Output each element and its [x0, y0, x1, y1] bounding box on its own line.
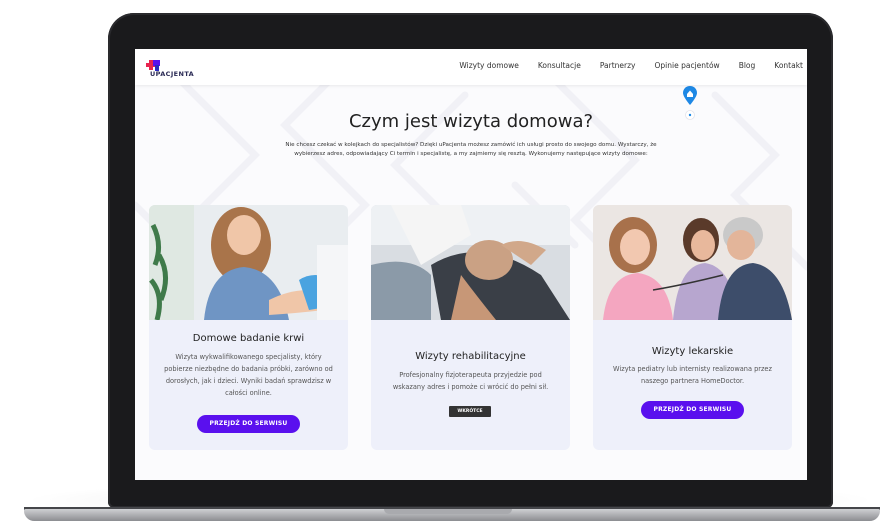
- intro-line-2: wybierzesz adres, odpowiadający Ci termi…: [294, 151, 648, 157]
- laptop-screen: UPACJENTA Wizyty domowe Konsultacje Part…: [135, 49, 807, 480]
- nav-menu: Wizyty domowe Konsultacje Partnerzy Opin…: [440, 61, 803, 70]
- nav-item-partnerzy[interactable]: Partnerzy: [600, 61, 636, 70]
- nav-item-konsultacje[interactable]: Konsultacje: [538, 61, 581, 70]
- service-card-rehabilitation: Wizyty rehabilitacyjne Profesjonalny fiz…: [371, 205, 570, 450]
- go-to-service-button[interactable]: PRZEJDŹ DO SERWISU: [641, 401, 744, 419]
- rehabilitation-photo: [371, 205, 570, 320]
- nav-item-opinie[interactable]: Opinie pacjentów: [655, 61, 720, 70]
- card-description: Wizyta wykwalifikowanego specjalisty, kt…: [164, 353, 333, 397]
- card-title: Wizyty lekarskie: [651, 346, 734, 357]
- nav-item-blog[interactable]: Blog: [739, 61, 756, 70]
- page-title: Czym jest wizyta domowa?: [348, 111, 594, 132]
- laptop-notch: [384, 509, 512, 514]
- logo-text: UPACJENTA: [150, 70, 195, 78]
- nav-item-kontakt[interactable]: Kontakt: [774, 61, 803, 70]
- go-to-service-button[interactable]: PRZEJDŹ DO SERWISU: [197, 415, 300, 433]
- card-title: Domowe badanie krwi: [192, 333, 305, 344]
- card-description: Wizyta pediatry lub internisty realizowa…: [613, 365, 772, 385]
- intro-line-1: Nie chcesz czekać w kolejkach do specjal…: [285, 142, 657, 148]
- top-navigation: UPACJENTA Wizyty domowe Konsultacje Part…: [135, 49, 807, 85]
- coming-soon-badge: WKRÓTCE: [449, 406, 491, 417]
- card-title: Wizyty rehabilitacyjne: [415, 351, 526, 362]
- nav-item-wizyty-domowe[interactable]: Wizyty domowe: [459, 61, 518, 70]
- service-card-doctor-visits: Wizyty lekarskie Wizyta pediatry lub int…: [593, 205, 792, 450]
- blood-test-photo: [149, 205, 348, 320]
- page-intro: Nie chcesz czekać w kolejkach do specjal…: [245, 141, 697, 159]
- service-card-blood-test: Domowe badanie krwi Wizyta wykwalifikowa…: [149, 205, 348, 450]
- doctor-visit-photo: [593, 205, 792, 320]
- card-description: Profesjonalny fizjoterapeuta przyjedzie …: [392, 371, 549, 391]
